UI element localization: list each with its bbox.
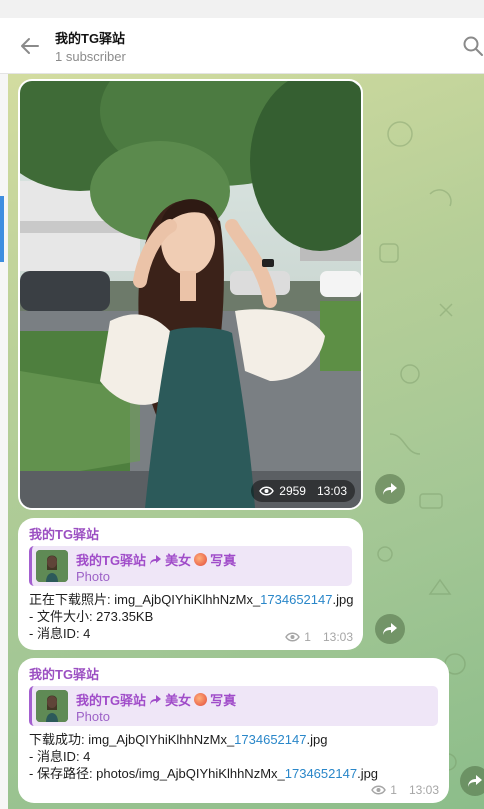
forward-arrow-icon [383, 623, 397, 635]
message-link[interactable]: 1734652147 [260, 592, 332, 607]
message-line: - 保存路径: photos/img_AjbQIYhiKlhhNzMx_1734… [29, 765, 438, 782]
message-sender[interactable]: 我的TG驿站 [29, 527, 352, 543]
forward-arrow-icon [468, 775, 482, 787]
forward-subtitle: Photo [76, 569, 110, 584]
message-views: 1 [304, 630, 311, 644]
message-meta: 1 13:03 [371, 783, 439, 797]
photo-views: 2959 [279, 484, 306, 498]
forward-button[interactable] [375, 474, 405, 504]
eye-icon [285, 632, 301, 642]
subscriber-count: 1 subscriber [55, 49, 126, 64]
message-bubble[interactable]: 我的TG驿站 我的TG驿站 美女 写真 Photo 正在下载照片: img_Aj… [18, 518, 363, 650]
message-text: .jpg [306, 732, 328, 747]
message-line: - 文件大小: 273.35KB [29, 609, 154, 624]
forward-thumbnail [36, 690, 68, 722]
message-sender[interactable]: 我的TG驿站 [29, 667, 438, 683]
message-meta: 1 13:03 [285, 630, 353, 644]
message-bubble[interactable]: 我的TG驿站 我的TG驿站 美女 写真 Photo 下载成功: img_AjbQ… [18, 658, 449, 803]
peach-emoji-icon [194, 553, 208, 566]
message-time: 13:03 [322, 630, 353, 644]
forward-title-tag2: 写真 [210, 553, 237, 568]
chat-area[interactable]: 2959 13:03 我的TG驿站 我的TG驿站 美女 写真 Photo 正在下… [0, 74, 484, 809]
forward-thumbnail [36, 550, 68, 582]
eye-icon [371, 785, 387, 795]
channel-title[interactable]: 我的TG驿站 [55, 28, 125, 47]
photo-message[interactable]: 2959 13:03 [18, 79, 363, 510]
message-views: 1 [390, 783, 397, 797]
back-arrow-icon[interactable] [18, 34, 42, 58]
forward-title: 我的TG驿站 美女 写真 [76, 550, 236, 569]
message-text: .jpg [332, 592, 354, 607]
message-link[interactable]: 1734652147 [234, 732, 306, 747]
chat-header: 我的TG驿站 1 subscriber [0, 18, 484, 74]
forwarded-preview[interactable]: 我的TG驿站 美女 写真 Photo [29, 546, 352, 586]
message-text: .jpg [357, 766, 379, 781]
message-text: 正在下载照片: img_AjbQIYhiKlhhNzMx_ [29, 592, 261, 607]
forward-button[interactable] [375, 614, 405, 644]
forward-title-tag2: 写真 [210, 693, 237, 708]
left-panel-edge [0, 74, 8, 809]
forwarded-preview[interactable]: 我的TG驿站 美女 写真 Photo [29, 686, 438, 726]
left-panel-accent [0, 196, 4, 262]
message-line: - 消息ID: 4 [29, 749, 91, 764]
message-text: 下载成功: img_AjbQIYhiKlhhNzMx_ [29, 732, 235, 747]
photo-image[interactable]: 2959 13:03 [20, 81, 361, 508]
forward-title-tag: 美女 [165, 693, 192, 708]
forward-title-tag: 美女 [165, 553, 192, 568]
forward-title-channel: 我的TG驿站 [76, 693, 147, 708]
eye-icon [259, 486, 275, 496]
forward-title: 我的TG驿站 美女 写真 [76, 690, 236, 709]
share-arrow-icon [150, 554, 162, 565]
forward-subtitle: Photo [76, 709, 110, 724]
message-line: 下载成功: img_AjbQIYhiKlhhNzMx_1734652147.jp… [29, 731, 438, 748]
forward-title-channel: 我的TG驿站 [76, 553, 147, 568]
forward-arrow-icon [383, 483, 397, 495]
photo-time: 13:03 [316, 484, 347, 498]
message-link[interactable]: 1734652147 [285, 766, 357, 781]
window-top-strip [0, 0, 484, 18]
message-line: 正在下载照片: img_AjbQIYhiKlhhNzMx_1734652147.… [29, 591, 354, 608]
photo-meta: 2959 13:03 [251, 480, 355, 502]
peach-emoji-icon [194, 693, 208, 706]
share-arrow-icon [150, 694, 162, 705]
message-text: - 保存路径: photos/img_AjbQIYhiKlhhNzMx_ [29, 766, 285, 781]
message-time: 13:03 [408, 783, 439, 797]
forward-button[interactable] [460, 766, 484, 796]
search-icon[interactable] [462, 35, 484, 57]
